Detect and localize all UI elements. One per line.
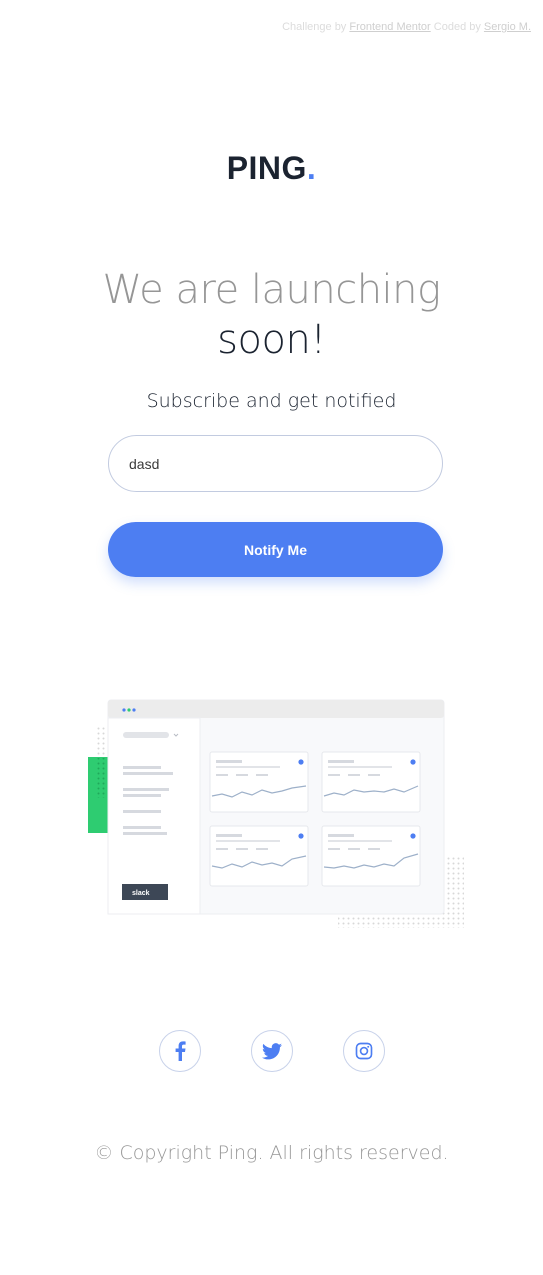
notify-me-button[interactable]: Notify Me bbox=[108, 522, 443, 577]
instagram-icon bbox=[355, 1042, 372, 1060]
instagram-link[interactable] bbox=[342, 1030, 385, 1072]
logo-dot: . bbox=[306, 150, 317, 186]
facebook-link[interactable] bbox=[158, 1030, 201, 1072]
logo-text: PING bbox=[226, 150, 307, 186]
facebook-icon bbox=[175, 1041, 186, 1061]
copyright-footer: © Copyright Ping. All rights reserved. bbox=[94, 1142, 449, 1164]
headline-line-1: We are launching bbox=[102, 267, 441, 313]
social-links bbox=[0, 1030, 543, 1072]
subscribe-subtitle: Subscribe and get notified bbox=[146, 390, 397, 412]
chart-card-3 bbox=[209, 825, 309, 887]
chart-card-2 bbox=[321, 751, 421, 813]
chart-card-4 bbox=[321, 825, 421, 887]
challenge-link[interactable]: Frontend Mentor bbox=[349, 21, 430, 33]
attribution-coded-by: Coded by bbox=[433, 21, 481, 33]
chart-card-1 bbox=[209, 751, 309, 813]
attribution-prefix: Challenge by bbox=[282, 21, 347, 33]
email-input[interactable] bbox=[108, 435, 443, 492]
page-title: We are launching soon! bbox=[0, 265, 543, 365]
headline-line-2: soon! bbox=[217, 317, 326, 363]
window-titlebar bbox=[108, 700, 444, 718]
twitter-icon bbox=[261, 1042, 282, 1059]
attribution: Challenge by Frontend Mentor Coded by Se… bbox=[282, 21, 531, 33]
dashboard-illustration: slack bbox=[88, 699, 464, 928]
author-link[interactable]: Sergio M. bbox=[484, 21, 531, 33]
ping-logo: PING. bbox=[0, 150, 543, 187]
slack-label: slack bbox=[132, 890, 150, 897]
twitter-link[interactable] bbox=[250, 1030, 293, 1072]
